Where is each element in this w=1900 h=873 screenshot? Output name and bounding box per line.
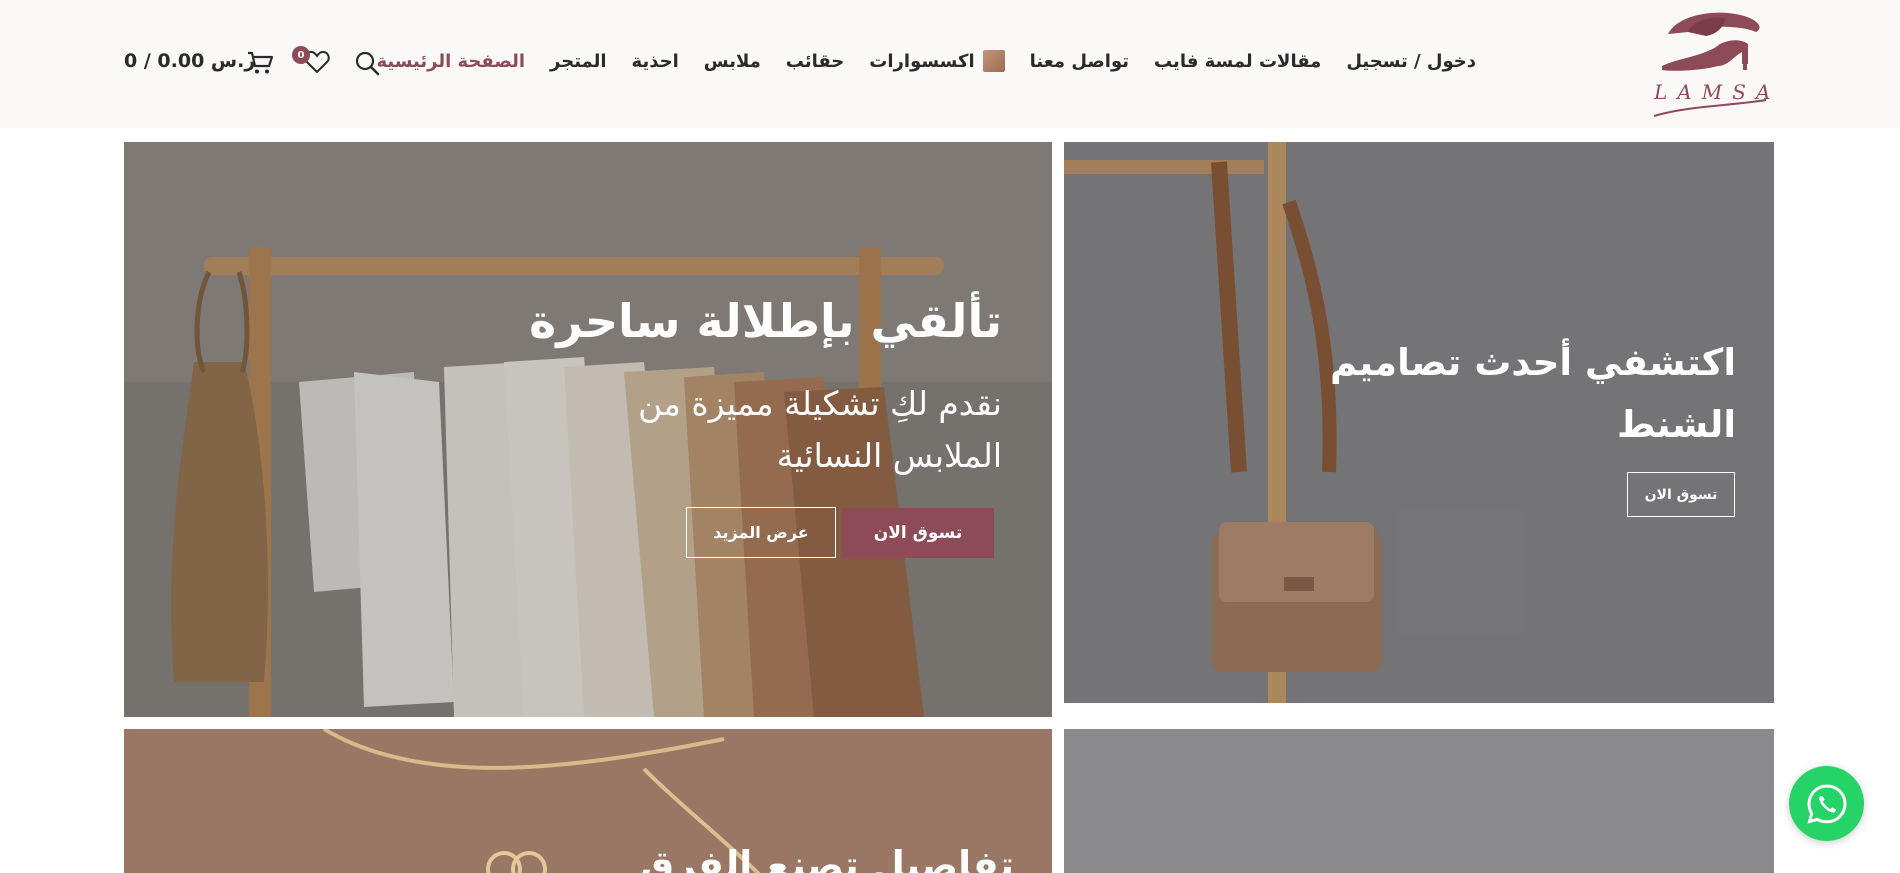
hero-title: تألقي بإطلالة ساحرة (529, 294, 1002, 348)
nav-item-contact[interactable]: تواصل معنا (1030, 51, 1129, 72)
nav-item-shop[interactable]: المتجر (550, 51, 607, 72)
nav-item-shoes[interactable]: احذية (632, 51, 679, 72)
search-icon[interactable] (354, 50, 380, 80)
nav-item-clothes[interactable]: ملابس (704, 51, 761, 72)
wishlist-count-badge: 0 (292, 46, 310, 64)
main-nav: الصفحة الرئيسية المتجر احذية ملابس حقائب… (376, 50, 1476, 72)
accessories-title: تفاصيل تصنع الفرق (640, 843, 1014, 873)
nav-item-login[interactable]: دخول / تسجيل (1346, 51, 1476, 72)
svg-text:LAMSA: LAMSA (1653, 80, 1774, 104)
banner-bags: اكتشفي أحدث تصاميم الشنط تسوق الان (1064, 142, 1774, 703)
site-header: LAMSA الصفحة الرئيسية المتجر احذية ملابس… (0, 0, 1900, 128)
banner-shoes (1064, 729, 1774, 873)
accessories-thumbnail (982, 50, 1005, 72)
nav-item-bags[interactable]: حقائب (786, 51, 845, 72)
logo-text: LAMSA (1653, 80, 1774, 104)
shop-now-button[interactable]: تسوق الان (842, 508, 994, 558)
view-more-button[interactable]: عرض المزيد (686, 507, 836, 558)
hero-subtitle: نقدم لكِ تشكيلة مميزة من الملابس النسائي… (638, 384, 1002, 475)
bags-shop-now-button[interactable]: تسوق الان (1627, 472, 1735, 517)
site-logo[interactable]: LAMSA (1648, 4, 1774, 122)
banner-accessories: تفاصيل تصنع الفرق (124, 729, 1052, 873)
bags-title: اكتشفي أحدث تصاميم الشنط (1330, 341, 1736, 446)
cart-summary[interactable]: ر.س 0.00 / 0 (124, 50, 255, 72)
whatsapp-icon[interactable] (1789, 766, 1864, 841)
nav-item-articles[interactable]: مقالات لمسة فايب (1154, 51, 1321, 72)
nav-item-home[interactable]: الصفحة الرئيسية (376, 51, 525, 72)
hero-banner-clothes: تألقي بإطلالة ساحرة نقدم لكِ تشكيلة مميز… (124, 142, 1052, 717)
nav-item-accessories[interactable]: اكسسوارات (869, 50, 1005, 72)
